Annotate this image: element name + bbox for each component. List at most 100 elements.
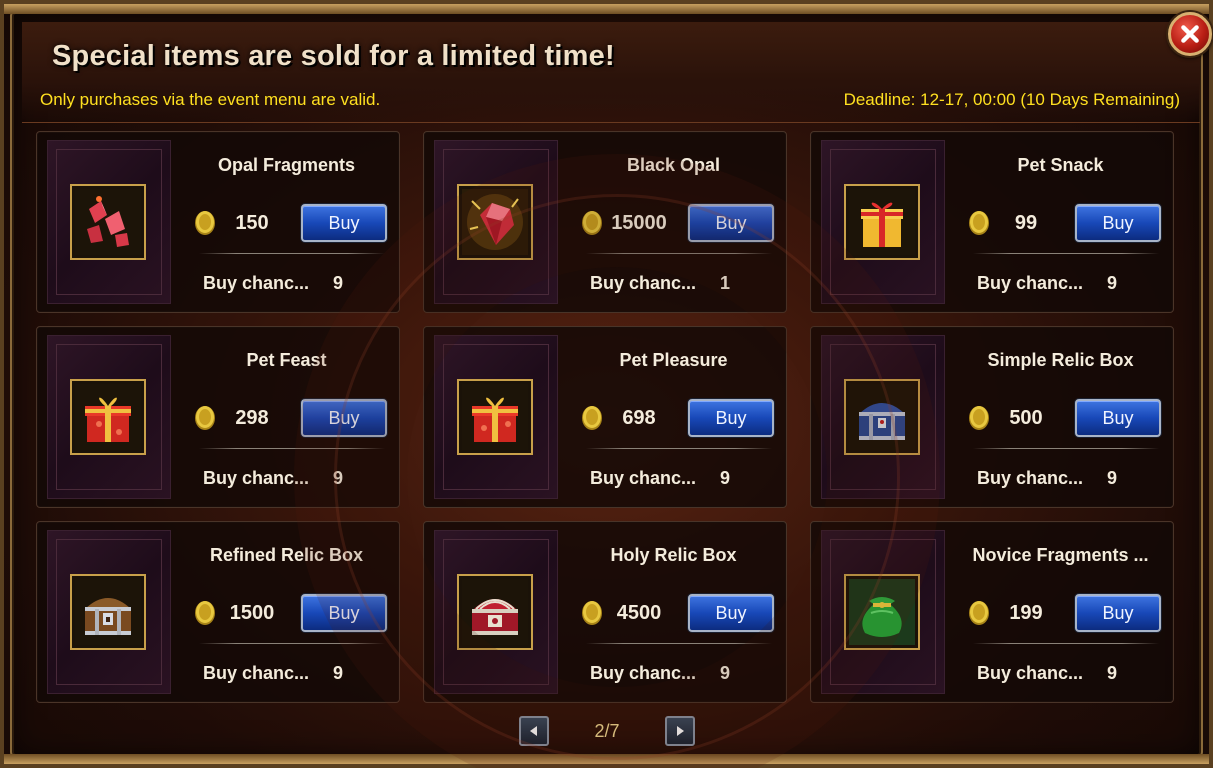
buy-button[interactable]: Buy [301, 399, 387, 437]
close-icon [1181, 25, 1199, 43]
item-price: 1500 [229, 602, 275, 624]
deadline-text: Deadline: 12-17, 00:00 (10 Days Remainin… [843, 90, 1180, 109]
gold-coin-icon [582, 406, 602, 430]
pagination: 2/7 [519, 716, 697, 748]
item-card-art [821, 140, 945, 304]
item-name: Pet Feast [246, 350, 327, 370]
item-card: Opal Fragments 150 Buy Buy chanc... 9 [36, 131, 400, 313]
item-card-art [47, 335, 171, 499]
item-card-art [821, 530, 945, 694]
divider [973, 448, 1159, 449]
gold-coin-icon [969, 601, 989, 625]
pet-feast-gift-icon [70, 379, 146, 455]
item-card-art [47, 140, 171, 304]
gold-coin-icon [195, 406, 215, 430]
item-price: 150 [235, 212, 269, 234]
buy-chance-value: 9 [1107, 273, 1118, 293]
buy-chance-value: 1 [720, 273, 731, 293]
item-name: Simple Relic Box [987, 350, 1134, 370]
item-name: Novice Fragments ... [972, 545, 1149, 565]
buy-chance-label: Buy chanc... [977, 273, 1084, 293]
novice-fragments-bag-icon [844, 574, 920, 650]
item-name: Black Opal [626, 155, 721, 175]
buy-button[interactable]: Buy [1075, 204, 1161, 242]
pet-pleasure-gift-icon [457, 379, 533, 455]
next-page-button[interactable] [665, 716, 695, 746]
item-name: Opal Fragments [217, 155, 356, 175]
buy-button[interactable]: Buy [688, 204, 774, 242]
gold-coin-icon [582, 601, 602, 625]
arrow-right-icon [677, 726, 684, 736]
item-grid: Opal Fragments 150 Buy Buy chanc... 9 Bl… [36, 131, 1176, 704]
arrow-left-icon [530, 726, 537, 736]
buy-chance-label: Buy chanc... [203, 663, 310, 683]
buy-button[interactable]: Buy [1075, 594, 1161, 632]
item-card: Holy Relic Box 4500 Buy Buy chanc... 9 [423, 521, 787, 703]
holy-relic-chest-icon [457, 574, 533, 650]
item-card-art [434, 140, 558, 304]
item-price: 15000 [611, 212, 667, 234]
gold-coin-icon [195, 601, 215, 625]
refined-relic-chest-icon [70, 574, 146, 650]
page-indicator: 2/7 [594, 721, 620, 741]
simple-relic-chest-icon [844, 379, 920, 455]
buy-chance-label: Buy chanc... [203, 273, 310, 293]
item-name: Pet Pleasure [619, 350, 728, 370]
buy-chance-label: Buy chanc... [590, 663, 697, 683]
item-card: Novice Fragments ... 199 Buy Buy chanc..… [810, 521, 1174, 703]
divider [199, 643, 385, 644]
gold-coin-icon [195, 211, 215, 235]
buy-chance-label: Buy chanc... [977, 663, 1084, 683]
buy-button[interactable]: Buy [301, 594, 387, 632]
buy-button[interactable]: Buy [688, 594, 774, 632]
black-opal-icon [457, 184, 533, 260]
divider [586, 253, 772, 254]
gold-coin-icon [969, 211, 989, 235]
item-price: 698 [622, 407, 656, 429]
buy-chance-value: 9 [333, 468, 344, 488]
buy-chance-label: Buy chanc... [977, 468, 1084, 488]
buy-chance-label: Buy chanc... [590, 468, 697, 488]
gold-coin-icon [969, 406, 989, 430]
divider [199, 253, 385, 254]
buy-chance-label: Buy chanc... [203, 468, 310, 488]
divider [199, 448, 385, 449]
divider [973, 253, 1159, 254]
gold-coin-icon [582, 211, 602, 235]
buy-button[interactable]: Buy [1075, 399, 1161, 437]
buy-button[interactable]: Buy [301, 204, 387, 242]
item-card: Pet Pleasure 698 Buy Buy chanc... 9 [423, 326, 787, 508]
item-price: 199 [1009, 602, 1043, 624]
item-card: Simple Relic Box 500 Buy Buy chanc... 9 [810, 326, 1174, 508]
item-name: Refined Relic Box [209, 545, 364, 565]
divider [586, 448, 772, 449]
divider [586, 643, 772, 644]
buy-chance-value: 9 [333, 663, 344, 683]
buy-chance-label: Buy chanc... [590, 273, 697, 293]
top-border-ornament [4, 4, 1209, 14]
shop-window: Special items are sold for a limited tim… [0, 0, 1213, 768]
buy-chance-value: 9 [720, 468, 731, 488]
buy-chance-value: 9 [333, 273, 344, 293]
buy-chance-value: 9 [720, 663, 731, 683]
item-card: Pet Snack 99 Buy Buy chanc... 9 [810, 131, 1174, 313]
item-name: Pet Snack [1017, 155, 1104, 175]
item-name: Holy Relic Box [610, 545, 737, 565]
item-price: 4500 [616, 602, 662, 624]
item-card: Pet Feast 298 Buy Buy chanc... 9 [36, 326, 400, 508]
close-button[interactable] [1168, 12, 1212, 56]
item-card-art [434, 335, 558, 499]
item-card-art [434, 530, 558, 694]
bottom-border-ornament [4, 754, 1209, 764]
buy-button[interactable]: Buy [688, 399, 774, 437]
item-card-art [821, 335, 945, 499]
item-price: 500 [1009, 407, 1043, 429]
buy-chance-value: 9 [1107, 468, 1118, 488]
item-card: Refined Relic Box 1500 Buy Buy chanc... … [36, 521, 400, 703]
item-price: 298 [235, 407, 269, 429]
item-price: 99 [1014, 212, 1038, 234]
page-title: Special items are sold for a limited tim… [52, 40, 615, 72]
pet-snack-gift-icon [844, 184, 920, 260]
previous-page-button[interactable] [519, 716, 549, 746]
event-notice: Only purchases via the event menu are va… [40, 90, 381, 109]
